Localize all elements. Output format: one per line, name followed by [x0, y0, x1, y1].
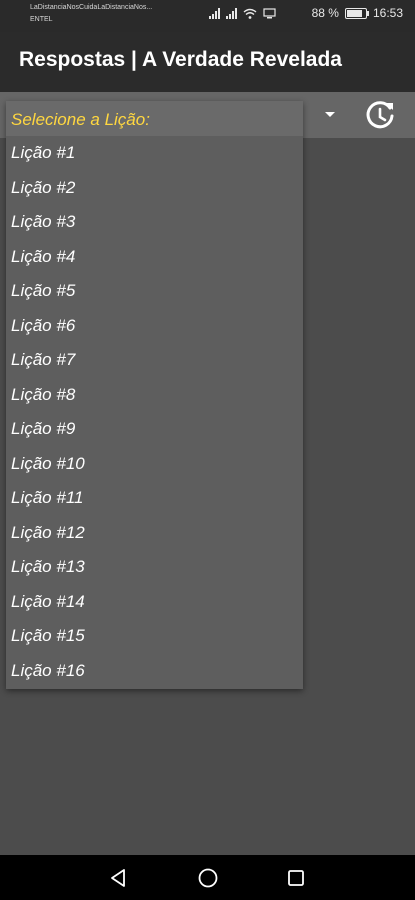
option-label: Lição #5	[11, 281, 76, 300]
dropdown-option-licao-2[interactable]: Lição #2	[6, 171, 303, 206]
option-label: Lição #16	[11, 660, 85, 680]
option-label: Lição #13	[11, 557, 85, 576]
dropdown-option-licao-12[interactable]: Lição #12	[6, 516, 303, 551]
dropdown-option-licao-8[interactable]: Lição #8	[6, 378, 303, 413]
dropdown-option-licao-14[interactable]: Lição #14	[6, 585, 303, 620]
option-label: Lição #7	[11, 350, 76, 369]
option-label: Lição #4	[11, 246, 76, 266]
dropdown-option-licao-16[interactable]: Lição #16	[6, 654, 303, 689]
cast-icon	[263, 7, 276, 18]
home-circle-icon[interactable]	[197, 867, 219, 889]
dropdown-option-licao-15[interactable]: Lição #15	[6, 619, 303, 654]
option-label: Lição #10	[11, 453, 85, 473]
page-title: Respostas | A Verdade Revelada	[19, 48, 342, 71]
screen: LaDistanciaNosCuidaLaDistanciaNos... ENT…	[0, 0, 415, 900]
option-label: Lição #2	[11, 177, 76, 197]
option-label: Lição #6	[11, 315, 76, 335]
status-bar: LaDistanciaNosCuidaLaDistanciaNos... ENT…	[0, 0, 415, 32]
refresh-clock-icon[interactable]	[362, 98, 398, 134]
dropdown-option-licao-6[interactable]: Lição #6	[6, 309, 303, 344]
dropdown-option-placeholder[interactable]: Selecione a Lição:	[6, 101, 303, 136]
recents-square-icon[interactable]	[285, 867, 307, 889]
option-label: Lição #9	[11, 419, 76, 438]
caret-down-icon[interactable]	[325, 112, 335, 117]
dropdown-option-licao-9[interactable]: Lição #9	[6, 412, 303, 447]
battery-icon	[344, 7, 369, 19]
status-indicators: 88 % 16:53	[208, 6, 403, 20]
dropdown-option-licao-11[interactable]: Lição #11	[6, 481, 303, 516]
signal-icon	[208, 7, 220, 19]
option-label: Lição #3	[11, 212, 76, 231]
option-label: Lição #1	[11, 143, 76, 162]
lesson-dropdown: Selecione a Lição: Lição #1 Lição #2 Liç…	[6, 101, 303, 689]
clock: 16:53	[372, 6, 403, 20]
system-nav-bar	[0, 855, 415, 900]
dropdown-option-licao-7[interactable]: Lição #7	[6, 343, 303, 378]
option-label: Lição #15	[11, 626, 85, 645]
dropdown-option-licao-13[interactable]: Lição #13	[6, 550, 303, 585]
wifi-icon	[243, 8, 257, 19]
battery-percent: 88 %	[311, 6, 339, 20]
back-triangle-icon[interactable]	[108, 867, 130, 889]
option-label: Lição #11	[11, 488, 84, 507]
carrier-secondary: ENTEL	[30, 16, 53, 23]
option-label: Lição #12	[11, 522, 85, 542]
app-bar: Respostas | A Verdade Revelada	[0, 32, 415, 92]
option-label: Lição #14	[11, 591, 85, 611]
dropdown-option-licao-4[interactable]: Lição #4	[6, 240, 303, 275]
option-label: Lição #8	[11, 384, 76, 404]
dropdown-option-licao-3[interactable]: Lição #3	[6, 205, 303, 240]
signal-icon	[225, 7, 237, 19]
dropdown-placeholder-label: Selecione a Lição:	[11, 110, 150, 129]
dropdown-option-licao-5[interactable]: Lição #5	[6, 274, 303, 309]
dropdown-option-licao-1[interactable]: Lição #1	[6, 136, 303, 171]
carrier-name: LaDistanciaNosCuidaLaDistanciaNos...	[30, 4, 153, 11]
dropdown-option-licao-10[interactable]: Lição #10	[6, 447, 303, 482]
